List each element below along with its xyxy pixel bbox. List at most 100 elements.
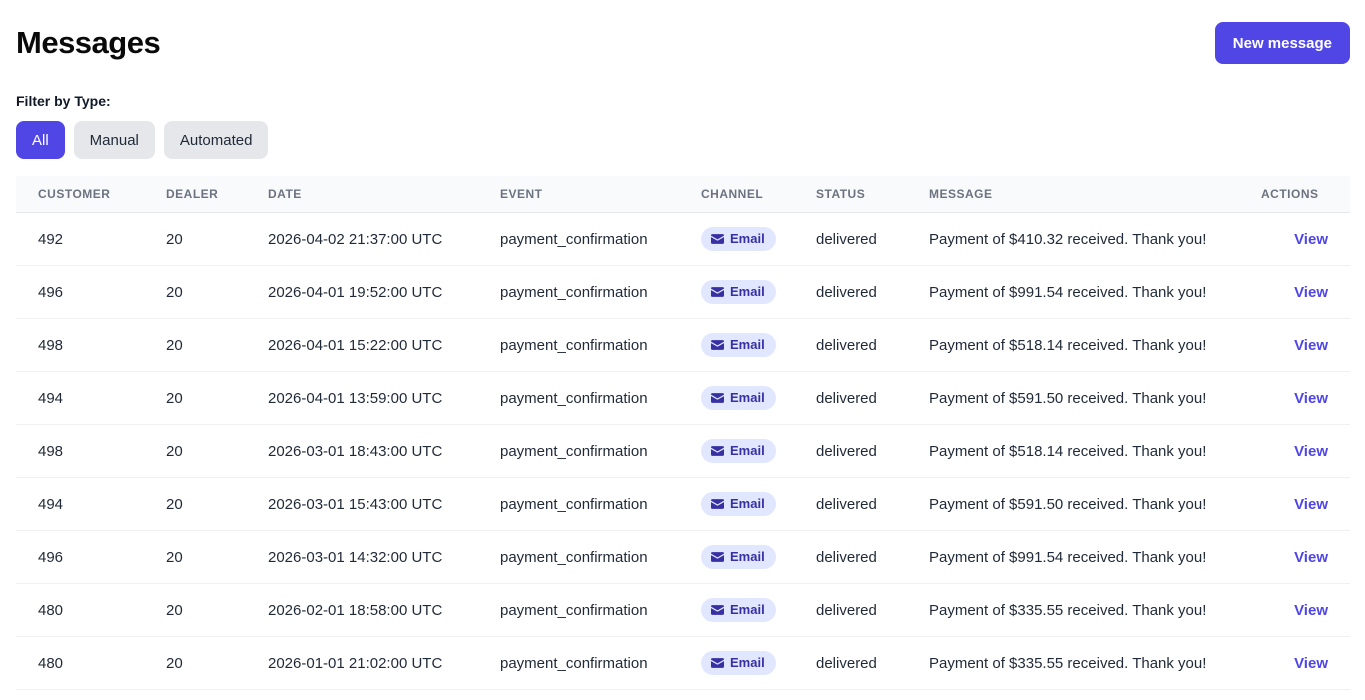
status-cell: delivered [794,531,907,584]
channel-label: Email [730,549,765,564]
column-header-status: Status [794,176,907,213]
dealer-cell: 20 [144,213,246,266]
view-link[interactable]: View [1294,284,1328,301]
message-cell: Payment of $335.55 received. Thank you! [907,584,1239,637]
customer-cell: 496 [16,266,144,319]
date-cell: 2026-04-01 19:52:00 UTC [246,266,478,319]
email-icon [711,446,724,456]
date-cell: 2026-01-01 21:02:00 UTC [246,637,478,690]
table-row: 498 20 2026-03-01 18:43:00 UTC payment_c… [16,425,1350,478]
email-icon [711,234,724,244]
channel-label: Email [730,284,765,299]
view-link[interactable]: View [1294,655,1328,672]
page-title: Messages [16,23,160,63]
message-cell: Payment of $991.54 received. Thank you! [907,531,1239,584]
event-cell: payment_confirmation [478,425,679,478]
dealer-cell: 20 [144,584,246,637]
status-cell: delivered [794,478,907,531]
customer-cell: 496 [16,531,144,584]
message-cell: Payment of $335.55 received. Thank you! [907,637,1239,690]
event-cell: payment_confirmation [478,637,679,690]
messages-table: Customer Dealer Date Event Channel Statu… [16,176,1350,690]
table-header-row: Customer Dealer Date Event Channel Statu… [16,176,1350,213]
dealer-cell: 20 [144,319,246,372]
date-cell: 2026-04-01 13:59:00 UTC [246,372,478,425]
channel-badge: Email [701,386,776,410]
column-header-message: Message [907,176,1239,213]
status-cell: delivered [794,213,907,266]
view-link[interactable]: View [1294,602,1328,619]
column-header-dealer: Dealer [144,176,246,213]
event-cell: payment_confirmation [478,372,679,425]
email-icon [711,605,724,615]
channel-cell: Email [679,319,794,372]
table-row: 496 20 2026-04-01 19:52:00 UTC payment_c… [16,266,1350,319]
customer-cell: 494 [16,478,144,531]
date-cell: 2026-03-01 15:43:00 UTC [246,478,478,531]
table-row: 494 20 2026-04-01 13:59:00 UTC payment_c… [16,372,1350,425]
column-header-channel: Channel [679,176,794,213]
channel-cell: Email [679,531,794,584]
filter-manual-button[interactable]: Manual [74,121,155,159]
customer-cell: 498 [16,425,144,478]
actions-cell: View [1239,266,1350,319]
channel-cell: Email [679,266,794,319]
channel-label: Email [730,231,765,246]
new-message-button[interactable]: New message [1215,22,1350,64]
actions-cell: View [1239,584,1350,637]
dealer-cell: 20 [144,266,246,319]
date-cell: 2026-03-01 14:32:00 UTC [246,531,478,584]
table-body: 492 20 2026-04-02 21:37:00 UTC payment_c… [16,213,1350,690]
view-link[interactable]: View [1294,443,1328,460]
channel-cell: Email [679,372,794,425]
message-cell: Payment of $410.32 received. Thank you! [907,213,1239,266]
event-cell: payment_confirmation [478,584,679,637]
column-header-date: Date [246,176,478,213]
channel-badge: Email [701,227,776,251]
view-link[interactable]: View [1294,337,1328,354]
status-cell: delivered [794,425,907,478]
filter-automated-button[interactable]: Automated [164,121,269,159]
table-row: 480 20 2026-01-01 21:02:00 UTC payment_c… [16,637,1350,690]
status-cell: delivered [794,584,907,637]
status-cell: delivered [794,319,907,372]
channel-badge: Email [701,333,776,357]
table-row: 480 20 2026-02-01 18:58:00 UTC payment_c… [16,584,1350,637]
view-link[interactable]: View [1294,496,1328,513]
customer-cell: 492 [16,213,144,266]
column-header-actions: Actions [1239,176,1350,213]
customer-cell: 480 [16,584,144,637]
date-cell: 2026-04-02 21:37:00 UTC [246,213,478,266]
channel-label: Email [730,337,765,352]
dealer-cell: 20 [144,637,246,690]
view-link[interactable]: View [1294,390,1328,407]
message-cell: Payment of $518.14 received. Thank you! [907,425,1239,478]
message-cell: Payment of $991.54 received. Thank you! [907,266,1239,319]
table-row: 492 20 2026-04-02 21:37:00 UTC payment_c… [16,213,1350,266]
channel-badge: Email [701,280,776,304]
column-header-event: Event [478,176,679,213]
channel-label: Email [730,655,765,670]
date-cell: 2026-03-01 18:43:00 UTC [246,425,478,478]
channel-badge: Email [701,492,776,516]
channel-badge: Email [701,651,776,675]
actions-cell: View [1239,319,1350,372]
status-cell: delivered [794,266,907,319]
channel-cell: Email [679,584,794,637]
channel-cell: Email [679,213,794,266]
table-row: 496 20 2026-03-01 14:32:00 UTC payment_c… [16,531,1350,584]
view-link[interactable]: View [1294,231,1328,248]
channel-label: Email [730,496,765,511]
actions-cell: View [1239,531,1350,584]
channel-cell: Email [679,425,794,478]
date-cell: 2026-04-01 15:22:00 UTC [246,319,478,372]
table-row: 494 20 2026-03-01 15:43:00 UTC payment_c… [16,478,1350,531]
channel-label: Email [730,443,765,458]
dealer-cell: 20 [144,425,246,478]
actions-cell: View [1239,372,1350,425]
view-link[interactable]: View [1294,549,1328,566]
filter-button-group: All Manual Automated [16,121,1350,159]
message-cell: Payment of $591.50 received. Thank you! [907,478,1239,531]
filter-all-button[interactable]: All [16,121,65,159]
messages-page: Messages New message Filter by Type: All… [0,0,1365,690]
